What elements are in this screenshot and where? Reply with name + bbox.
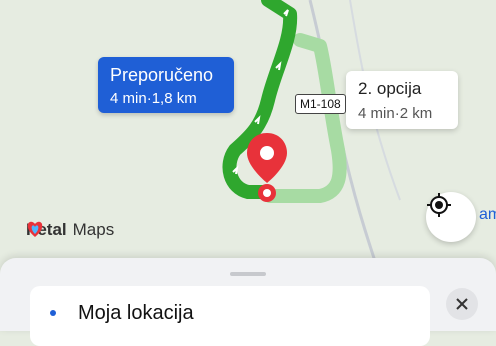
road-label: M1-108: [295, 94, 346, 114]
brand-name-rest: Maps: [72, 220, 115, 239]
petal-logo-icon: [27, 221, 43, 237]
start-location-field[interactable]: Moja lokacija: [30, 286, 430, 346]
cut-off-label: am: [479, 206, 496, 223]
close-button[interactable]: [446, 288, 478, 320]
route-label: Preporučeno: [110, 65, 214, 85]
alternative-route-bubble[interactable]: 2. opcija 4 min·2 km: [346, 71, 458, 129]
route-label: 2. opcija: [358, 79, 422, 98]
map-brand: Petal Maps: [26, 220, 114, 240]
bottom-sheet[interactable]: Moja lokacija: [0, 258, 496, 346]
location-dot-icon: [50, 310, 56, 316]
locate-me-button[interactable]: [426, 192, 476, 242]
route-summary: 4 min·2 km: [358, 105, 433, 122]
sheet-handle[interactable]: [230, 272, 266, 276]
map-pin-icon[interactable]: [245, 131, 289, 207]
locate-icon: [427, 193, 451, 217]
route-summary: 4 min·1,8 km: [110, 90, 197, 107]
recommended-route-bubble[interactable]: Preporučeno 4 min·1,8 km: [98, 57, 234, 113]
close-icon: [456, 298, 468, 310]
start-location-label: Moja lokacija: [78, 302, 194, 324]
